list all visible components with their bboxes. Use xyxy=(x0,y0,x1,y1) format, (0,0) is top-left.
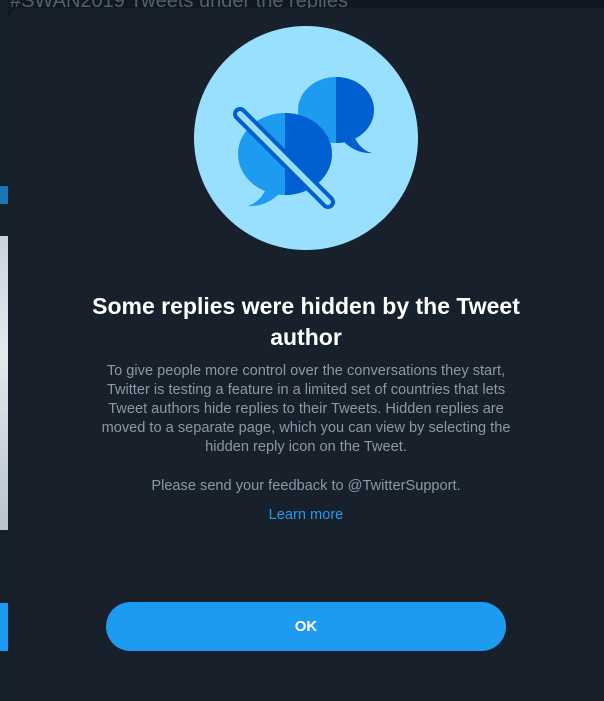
hidden-reply-icon xyxy=(194,26,418,250)
dialog-title: Some replies were hidden by the Tweet au… xyxy=(92,293,520,350)
feedback-text: Please send your feedback to @TwitterSup… xyxy=(151,478,461,494)
hidden-replies-illustration xyxy=(194,26,418,250)
ok-button[interactable]: OK xyxy=(106,602,506,651)
background-button xyxy=(0,603,8,651)
background-link xyxy=(0,186,8,204)
hidden-replies-dialog: Some replies were hidden by the Tweet au… xyxy=(8,8,604,701)
dialog-description: To give people more control over the con… xyxy=(101,363,511,455)
background-image xyxy=(0,236,8,530)
learn-more-link[interactable]: Learn more xyxy=(228,506,384,525)
